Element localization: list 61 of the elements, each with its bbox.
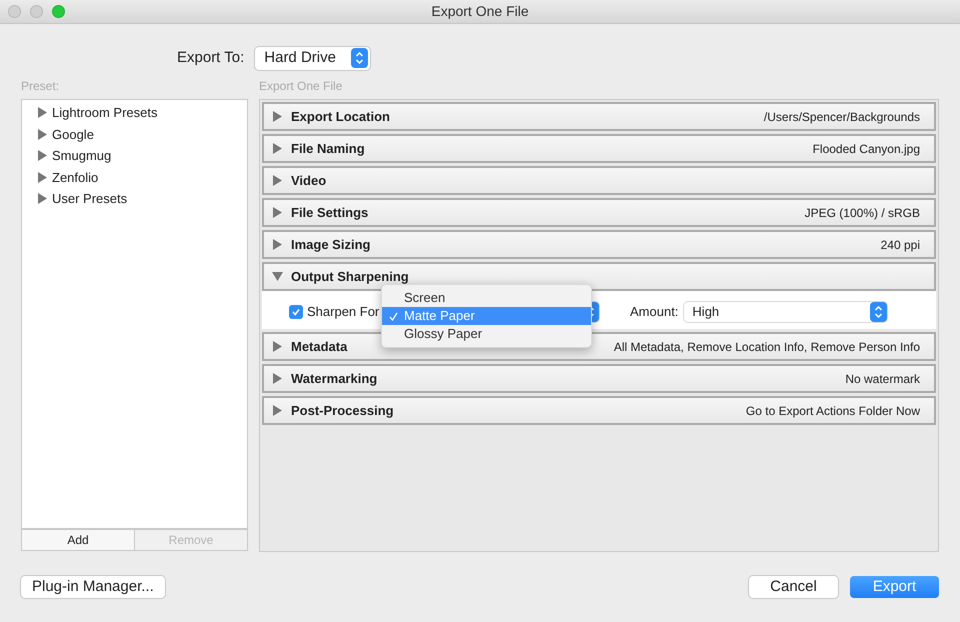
section-title: File Settings <box>291 204 368 222</box>
section-header[interactable]: File Settings JPEG (100%) / sRGB <box>262 198 936 227</box>
section-summary: JPEG (100%) / sRGB <box>804 204 920 222</box>
section-header[interactable]: Output Sharpening <box>262 262 936 291</box>
cancel-button[interactable]: Cancel <box>749 576 838 598</box>
triangle-right-icon[interactable] <box>272 405 283 416</box>
window-title: Export One File <box>431 2 529 21</box>
panel-title: Export One File <box>259 78 344 93</box>
triangle-right-icon[interactable] <box>37 107 48 118</box>
preset-folder[interactable]: Google <box>22 124 94 145</box>
section-header[interactable]: File Naming Flooded Canyon.jpg <box>262 134 936 163</box>
triangle-right-icon[interactable] <box>37 193 48 204</box>
zoom-button[interactable] <box>52 5 65 18</box>
export-to-select[interactable]: Hard Drive <box>255 46 370 70</box>
triangle-right-icon[interactable] <box>272 111 283 122</box>
section-title: Output Sharpening <box>291 268 409 286</box>
triangle-right-icon[interactable] <box>37 128 48 140</box>
plugin-manager-button[interactable]: Plug-in Manager... <box>21 576 165 598</box>
section-header[interactable]: Export Location /Users/Spencer/Backgrounds <box>262 102 936 131</box>
section-title: Watermarking <box>291 370 378 388</box>
section-summary: /Users/Spencer/Backgrounds <box>764 108 920 126</box>
triangle-right-icon[interactable] <box>272 341 283 352</box>
section-summary: 240 ppi <box>880 236 920 254</box>
triangle-right-icon[interactable] <box>272 239 283 250</box>
section-title: Image Sizing <box>291 236 370 254</box>
preset-folder[interactable]: Lightroom Presets <box>22 102 158 124</box>
section-title: File Naming <box>291 140 365 158</box>
menu-item-label: Screen <box>404 289 446 308</box>
preset-folder[interactable]: Zenfolio <box>22 166 98 188</box>
menu-item-label: Matte Paper <box>404 307 475 326</box>
menu-item[interactable]: Screen <box>382 289 591 307</box>
amount-label: Amount: <box>630 303 678 322</box>
preset-label: Preset: <box>21 78 60 93</box>
section-summary: Flooded Canyon.jpg <box>812 140 920 158</box>
section-header[interactable]: Image Sizing 240 ppi <box>262 230 936 259</box>
triangle-down-icon[interactable] <box>272 271 283 282</box>
section-title: Video <box>291 172 326 190</box>
preset-folder[interactable]: Smugmug <box>22 145 112 166</box>
section-header[interactable]: Video <box>262 166 936 195</box>
sharpen-for-label: Sharpen For <box>307 303 380 322</box>
triangle-right-icon[interactable] <box>272 207 283 218</box>
triangle-right-icon[interactable] <box>272 143 283 154</box>
triangle-right-icon[interactable] <box>272 175 283 186</box>
section-title: Export Location <box>291 108 390 126</box>
section-header[interactable]: Watermarking No watermark <box>262 364 936 393</box>
triangle-right-icon[interactable] <box>37 150 48 162</box>
section-title: Post-Processing <box>291 402 394 420</box>
add-button[interactable]: Add <box>21 529 135 551</box>
checkbox[interactable] <box>289 305 303 319</box>
triangle-right-icon[interactable] <box>272 373 283 384</box>
checkmark-icon <box>388 312 398 320</box>
preset-folder[interactable]: User Presets <box>22 188 128 210</box>
triangle-right-icon[interactable] <box>37 172 48 183</box>
section-header[interactable]: Post-Processing Go to Export Actions Folder Now <box>262 396 936 425</box>
amount-select[interactable]: High <box>684 302 888 322</box>
export-to-label: Export To: <box>177 48 244 68</box>
section-title: Metadata <box>291 338 348 356</box>
section-summary: No watermark <box>845 370 920 388</box>
section-summary: Go to Export Actions Folder Now <box>746 402 920 420</box>
section-summary: All Metadata, Remove Location Info, Remove Person Info <box>614 338 920 356</box>
check-icon <box>291 307 301 317</box>
